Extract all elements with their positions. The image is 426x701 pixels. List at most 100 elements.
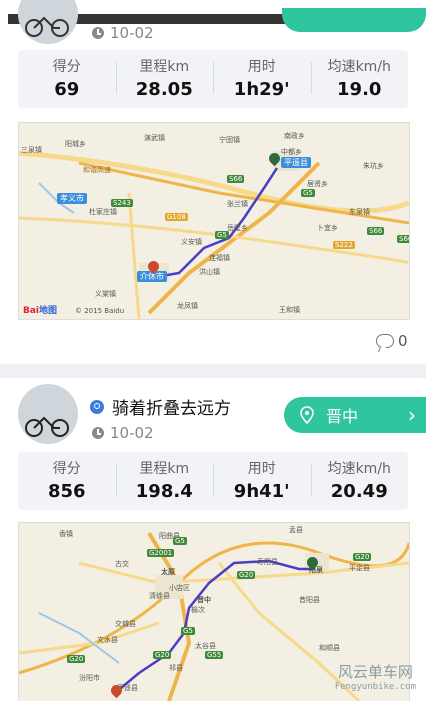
ride-stats: 得分 856 里程km 198.4 用时 9h41' 均速km/h 20.49 xyxy=(18,452,408,510)
map-label: 小店区 xyxy=(169,584,190,592)
region-label: 晋中 xyxy=(326,407,359,426)
watermark-text: 风云单车网 xyxy=(337,663,413,681)
map-label: 祁县 xyxy=(169,664,183,672)
map-label: 太原 xyxy=(161,568,175,576)
stat-label: 用时 xyxy=(247,461,276,477)
date-text: 10-02 xyxy=(110,424,154,442)
map-label: 寿阳县 xyxy=(257,558,278,566)
stat-value: 856 xyxy=(47,481,86,502)
avatar[interactable] xyxy=(18,384,78,444)
map-label: 杜家庄镇 xyxy=(89,208,117,216)
stat-value: 28.05 xyxy=(135,79,193,100)
stat-label: 得分 xyxy=(52,59,81,75)
road-shield: G5 xyxy=(301,189,315,197)
region-button[interactable]: 晋中 › xyxy=(284,397,426,433)
ride-date: 10-02 xyxy=(92,24,154,42)
map-label: 盂县 xyxy=(289,526,303,534)
map-label: 洪山镇 xyxy=(199,268,220,276)
username[interactable]: 骑着折叠去远方 xyxy=(90,394,231,419)
avatar[interactable] xyxy=(18,0,78,44)
map-canvas xyxy=(19,123,409,319)
date-text: 10-02 xyxy=(110,24,154,42)
stat-score: 得分 856 xyxy=(18,452,116,510)
watermark-url: Fengyunbike.com xyxy=(334,682,416,692)
stat-speed: 均速km/h 19.0 xyxy=(310,50,409,108)
map-label: 香镇 xyxy=(59,530,73,538)
card-divider xyxy=(0,364,426,378)
map-label: 卜宜乡 xyxy=(317,224,338,232)
stat-value: 20.49 xyxy=(330,481,388,502)
stat-label: 得分 xyxy=(52,461,81,477)
username-text: 骑着折叠去远方 xyxy=(112,399,231,419)
road-shield: S222 xyxy=(333,241,355,249)
stat-label: 均速km/h xyxy=(327,59,391,75)
map-label: 义棠镇 xyxy=(95,290,116,298)
brand-text: 地图 xyxy=(39,306,58,316)
road-shield: G20 xyxy=(353,553,372,561)
stat-speed: 均速km/h 20.49 xyxy=(310,452,409,510)
map-label: 岳壁乡 xyxy=(227,224,248,232)
map-label: 清徐县 xyxy=(149,592,170,600)
map-label: 和顺县 xyxy=(319,644,340,652)
map-label: 演武镇 xyxy=(144,134,165,142)
road-shield: G20 xyxy=(67,655,86,663)
map-label: 龙凤镇 xyxy=(177,302,198,310)
map-label: 南政乡 xyxy=(284,132,305,140)
ride-stats: 得分 69 里程km 28.05 用时 1h29' 均速km/h 19.0 xyxy=(18,50,408,108)
stat-label: 里程km xyxy=(139,461,190,477)
site-watermark: 风云单车网 Fengyunbike.com xyxy=(335,661,416,692)
user-icon xyxy=(90,399,104,414)
map-label: 宁固镇 xyxy=(219,136,240,144)
road-shield: S66 xyxy=(367,227,385,235)
map-label: 汾阳市 xyxy=(79,674,100,682)
map-label: 平定县 xyxy=(349,564,370,572)
road-shield: G20 xyxy=(153,651,172,659)
stat-label: 均速km/h xyxy=(327,461,391,477)
stat-distance: 里程km 28.05 xyxy=(115,50,214,108)
map-label: 和谐高速 xyxy=(83,166,111,174)
chevron-right-icon: › xyxy=(408,403,416,427)
map-copyright: © 2015 Baidu xyxy=(75,307,125,315)
clock-icon xyxy=(92,427,104,439)
road-shield: G20 xyxy=(237,571,256,579)
stat-duration: 用时 1h29' xyxy=(213,50,311,108)
map-label: 交城县 xyxy=(115,620,136,628)
map-label: 文水县 xyxy=(97,636,118,644)
baidu-logo: Bai地图 xyxy=(23,303,57,316)
bicycle-image xyxy=(25,16,69,37)
road-shield: G2001 xyxy=(147,549,175,557)
brand-text: Bai xyxy=(23,306,40,316)
stat-label: 用时 xyxy=(247,59,276,75)
stat-value: 69 xyxy=(54,79,80,100)
map-label: 三泉镇 xyxy=(21,146,42,154)
map-label: 榆次 xyxy=(191,606,205,614)
stat-label: 里程km xyxy=(139,59,190,75)
stat-duration: 用时 9h41' xyxy=(213,452,311,510)
map-label: 晋中 xyxy=(197,596,211,604)
map-label: 连福镇 xyxy=(209,254,230,262)
comment-count: 0 xyxy=(398,332,408,350)
comment-icon xyxy=(376,334,394,348)
map-label: 义安镇 xyxy=(181,238,202,246)
road-shield: G5 xyxy=(181,627,195,635)
map-label: 居贤乡 xyxy=(307,180,328,188)
map-label: 中都乡 xyxy=(281,148,302,156)
stat-distance: 里程km 198.4 xyxy=(115,452,214,510)
stat-value: 198.4 xyxy=(135,481,193,502)
map-label: 昔阳县 xyxy=(299,596,320,604)
stat-value: 1h29' xyxy=(233,79,290,100)
map-label: 东泉镇 xyxy=(349,208,370,216)
road-shield: S66 xyxy=(397,235,409,243)
road-shield: S243 xyxy=(111,199,133,207)
map-city-label: 平遥县 xyxy=(281,157,311,168)
map-label: 古交 xyxy=(115,560,129,568)
map-label: 张兰镇 xyxy=(227,200,248,208)
clock-icon xyxy=(92,27,104,39)
road-shield: G5 xyxy=(173,537,187,545)
route-map[interactable]: 演武镇 宁固镇 南政乡 三泉镇 阳城乡 中都乡 朱坑乡 孝义市 杜家庄镇 东泉镇… xyxy=(18,122,410,320)
region-button[interactable] xyxy=(282,8,426,32)
map-label: 朱坑乡 xyxy=(363,162,384,170)
stat-value: 9h41' xyxy=(233,481,290,502)
location-pin-icon xyxy=(300,406,314,424)
comment-button[interactable]: 0 xyxy=(376,332,408,350)
